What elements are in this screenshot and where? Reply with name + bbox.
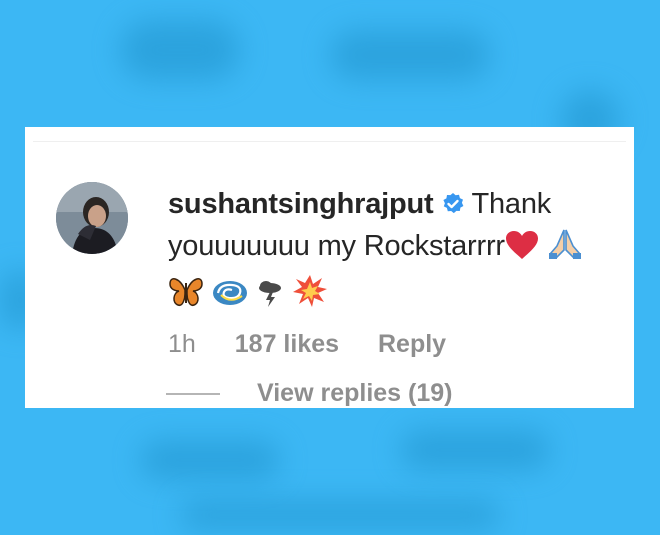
folded-hands-emoji-icon xyxy=(547,226,583,270)
divider xyxy=(33,141,626,142)
avatar-photo xyxy=(56,182,128,254)
view-replies-button[interactable]: View replies (19) xyxy=(166,379,452,408)
reply-button[interactable]: Reply xyxy=(378,330,446,358)
background-blur xyxy=(400,430,550,470)
avatar[interactable] xyxy=(56,182,128,254)
background-blur xyxy=(180,500,500,530)
background-blur xyxy=(120,20,240,80)
comment-body: sushantsinghrajput Thank youuuuuuu my Roc… xyxy=(168,185,618,310)
verified-badge-icon xyxy=(441,188,465,226)
collision-emoji-icon xyxy=(292,274,328,318)
background-blur xyxy=(330,30,490,80)
butterfly-emoji-icon xyxy=(168,276,204,318)
likes-count[interactable]: 187 likes xyxy=(235,330,339,358)
cyclone-emoji-icon xyxy=(212,278,248,318)
lightning-cloud-emoji-icon xyxy=(256,278,284,318)
comment-meta: 1h 187 likes Reply xyxy=(168,330,478,359)
username[interactable]: sushantsinghrajput xyxy=(168,188,434,220)
comment-card: sushantsinghrajput Thank youuuuuuu my Roc… xyxy=(25,127,634,408)
replies-dash xyxy=(166,392,220,395)
emoji-row xyxy=(168,274,618,310)
heart-emoji-icon xyxy=(505,230,539,270)
background-blur xyxy=(140,440,280,480)
view-replies-label: View replies (19) xyxy=(257,379,453,407)
timestamp: 1h xyxy=(168,330,196,358)
